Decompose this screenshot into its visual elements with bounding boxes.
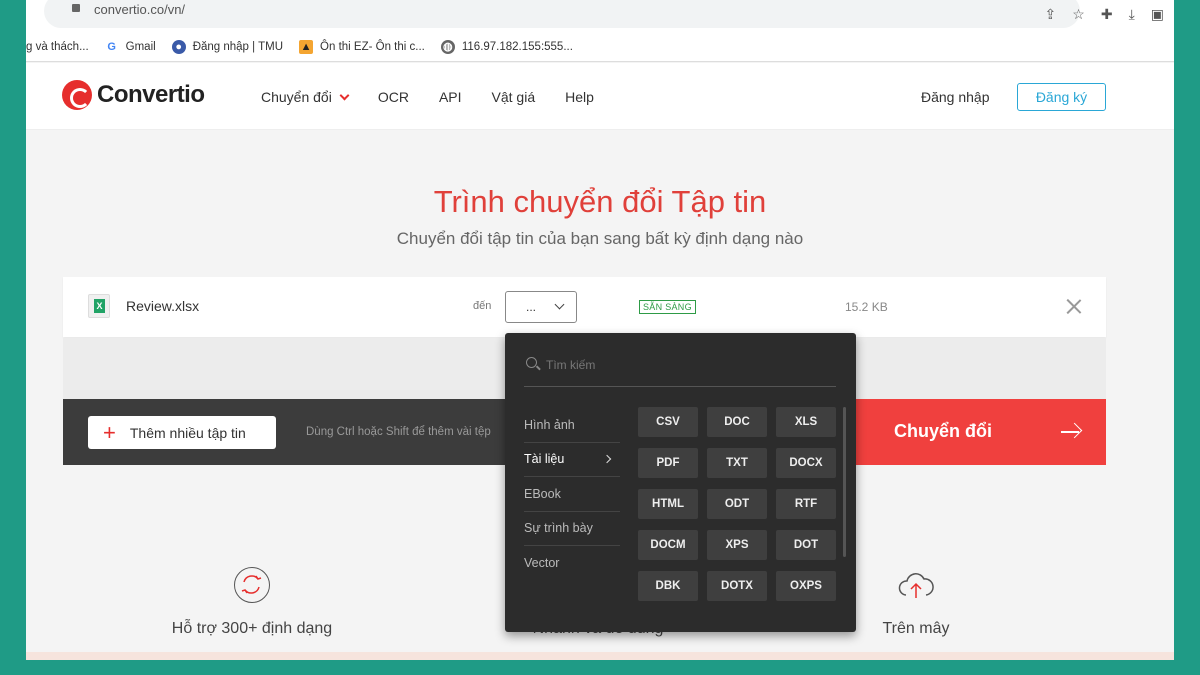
format-dropdown: Hình ảnh Tài liệu EBook Sự trình bày Vec… (505, 333, 856, 632)
category-item-image[interactable]: Hình ảnh (524, 408, 620, 443)
bookmark-item-ip[interactable]: ◍ 116.97.182.155:555... (440, 39, 573, 54)
lock-icon (72, 4, 80, 12)
star-icon[interactable]: ☆ (1072, 6, 1085, 23)
globe-icon: ◍ (440, 39, 455, 54)
bottom-strip (26, 652, 1174, 660)
google-icon: G (107, 40, 116, 53)
format-option[interactable]: OXPS (776, 571, 836, 601)
plus-icon: + (103, 419, 116, 445)
page-subtitle: Chuyển đổi tập tin của bạn sang bất kỳ đ… (396, 229, 804, 248)
address-bar-area: convertio.co/vn/ ⇪ ☆ ✚ ⤓ ▣ (26, 0, 1174, 32)
chevron-down-icon (554, 299, 565, 310)
nav-convert[interactable]: Chuyển đổi (261, 89, 350, 105)
format-option[interactable]: DBK (638, 571, 698, 601)
bookmark-item[interactable]: g và thách... (26, 41, 89, 53)
download-icon[interactable]: ⤓ (1129, 6, 1135, 23)
category-item-presentation[interactable]: Sự trình bày (524, 512, 620, 546)
cloud-upload-icon (896, 567, 934, 603)
extensions-icon[interactable]: ✚ (1101, 6, 1113, 23)
format-option[interactable]: TXT (707, 448, 767, 478)
format-option[interactable]: XPS (707, 530, 767, 560)
chevron-right-icon (602, 454, 612, 463)
format-option[interactable]: DOCM (638, 530, 698, 560)
category-list: Hình ảnh Tài liệu EBook Sự trình bày Vec… (524, 408, 620, 581)
share-icon[interactable]: ⇪ (1045, 6, 1057, 23)
bookmarks-bar: g và thách... G Gmail ● Đăng nhập | TMU … (26, 32, 1174, 62)
arrow-right-icon (1061, 424, 1081, 440)
multi-select-hint: Dùng Ctrl hoặc Shift để thêm vài tệp (306, 426, 491, 438)
address-bar[interactable]: convertio.co/vn/ (44, 0, 1080, 28)
site-header: Convertio Chuyển đổi OCR API Vật giá Hel… (26, 63, 1174, 130)
format-option[interactable]: DOT (776, 530, 836, 560)
search-icon (526, 357, 537, 368)
add-files-button[interactable]: + Thêm nhiều tập tin (88, 416, 276, 449)
browser-toolbar-icons: ⇪ ☆ ✚ ⤓ ▣ (1045, 6, 1164, 23)
file-row: X Review.xlsx đến ... SẴN SÀNG 15.2 KB (63, 277, 1106, 337)
status-badge: SẴN SÀNG (639, 300, 696, 314)
bookmark-item-ez[interactable]: ▲ Ôn thi EZ- Ôn thi c... (299, 39, 425, 54)
format-option[interactable]: HTML (638, 489, 698, 519)
url-text: convertio.co/vn/ (94, 2, 186, 17)
convert-button[interactable]: Chuyển đổi (846, 399, 1106, 465)
feature-formats: Hỗ trợ 300+ định dạng (171, 620, 333, 637)
chevron-down-icon (339, 90, 350, 100)
to-label: đến (473, 300, 492, 312)
bookmark-item-gmail[interactable]: G Gmail (105, 40, 155, 54)
ez-logo-icon: ▲ (299, 39, 314, 54)
format-option[interactable]: CSV (638, 407, 698, 437)
page-title: Trình chuyển đổi Tập tin (433, 184, 767, 219)
login-link[interactable]: Đăng nhập (921, 89, 990, 105)
main-nav: Chuyển đổi OCR API Vật giá Help (261, 89, 624, 105)
format-option[interactable]: XLS (776, 407, 836, 437)
format-option[interactable]: DOTX (707, 571, 767, 601)
format-option[interactable]: RTF (776, 489, 836, 519)
remove-file-close-icon[interactable] (1066, 298, 1082, 314)
nav-api[interactable]: API (439, 89, 462, 105)
format-grid: CSV DOC XLS PDF TXT DOCX HTML ODT RTF DO… (638, 407, 838, 601)
format-search-input[interactable] (546, 355, 826, 375)
category-item-ebook[interactable]: EBook (524, 477, 620, 512)
format-select-value: ... (526, 300, 537, 314)
category-item-vector[interactable]: Vector (524, 546, 620, 581)
dropdown-scrollbar[interactable] (843, 407, 846, 557)
browser-window: convertio.co/vn/ ⇪ ☆ ✚ ⤓ ▣ g và thách...… (26, 0, 1174, 660)
format-option[interactable]: DOCX (776, 448, 836, 478)
format-search (524, 353, 836, 387)
nav-pricing[interactable]: Vật giá (492, 89, 536, 105)
file-name: Review.xlsx (126, 298, 200, 314)
file-size: 15.2 KB (845, 300, 888, 314)
logo[interactable]: Convertio (62, 80, 205, 110)
profile-icon[interactable]: ▣ (1151, 6, 1164, 23)
format-select[interactable]: ... (505, 291, 577, 323)
tmu-logo-icon: ● (171, 39, 186, 54)
bookmark-item-tmu[interactable]: ● Đăng nhập | TMU (171, 39, 283, 54)
format-option[interactable]: ODT (707, 489, 767, 519)
category-item-document[interactable]: Tài liệu (524, 443, 620, 477)
convertio-logo-icon (62, 80, 92, 110)
format-option[interactable]: PDF (638, 448, 698, 478)
signup-button[interactable]: Đăng ký (1017, 83, 1106, 111)
format-option[interactable]: DOC (707, 407, 767, 437)
nav-ocr[interactable]: OCR (378, 89, 409, 105)
nav-help[interactable]: Help (565, 89, 594, 105)
refresh-formats-icon (234, 567, 270, 603)
excel-file-icon: X (88, 294, 110, 318)
